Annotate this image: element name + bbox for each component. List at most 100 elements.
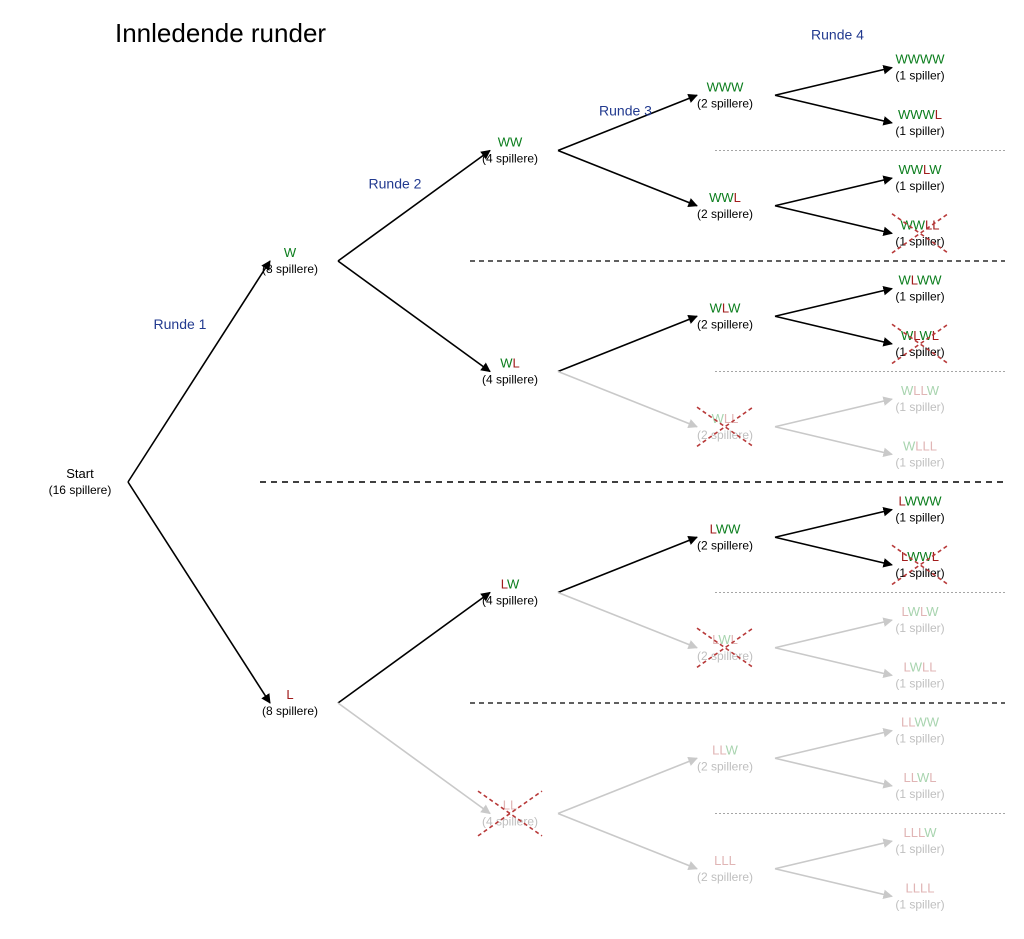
node-sub-L: (8 spillere) [262,704,318,718]
node-seq-WW: WW [498,135,523,150]
edge-LW-LWL [558,593,697,648]
node-WWW: WWW (2 spillere) [697,79,753,110]
node-LWLL: LWLL(1 spiller) [895,659,944,690]
edge-L-LL [338,703,490,814]
node-sub-LLLW: (1 spiller) [895,842,944,856]
node-LLL: LLL (2 spillere) [697,853,753,884]
node-sub-WLWW: (1 spiller) [895,290,944,304]
node-start: Start(16 spillere) [49,466,112,497]
node-LLWL: LLWL(1 spiller) [895,770,944,801]
node-sub-WWL: (2 spillere) [697,207,753,221]
node-seq-WWWW: WWWW [895,52,945,67]
node-seq-LLLL: LLLL [906,880,935,895]
edge-LLL-LLLL [775,869,892,897]
edge-LL-LLW [558,758,697,813]
node-seq-LLW: LLW [712,742,739,757]
edge-L-LW [338,593,490,704]
edge-START-W [128,261,270,482]
node-sub-WL: (4 spillere) [482,373,538,387]
round-label-4: Runde 4 [811,27,864,43]
edge-W-WL [338,261,490,372]
edge-LLW-LLWW [775,731,892,759]
node-seq-WLL: WLL [712,411,739,426]
node-WLL: WLL(2 spillere) [697,407,753,446]
edge-WL-WLW [558,316,697,371]
node-seq-LLL: LLL [714,853,736,868]
node-seq-LLWW: LLWW [901,715,940,730]
edge-WWL-WWLL [775,206,892,234]
diagram-title: Innledende runder [115,18,326,48]
node-LWWL: LWWL(1 spiller) [892,545,948,584]
edge-WW-WWL [558,151,697,206]
node-seq-WWWL: WWWL [898,107,942,122]
node-seq-WWW: WWW [707,79,745,94]
node-LWW: LWW(2 spillere) [697,521,753,552]
node-LWWW: LWWW(1 spiller) [895,494,944,525]
node-sub-WLLW: (1 spiller) [895,400,944,414]
node-sub-LWLL: (1 spiller) [895,676,944,690]
edge-WLL-WLLW [775,399,892,427]
node-sub-WWWL: (1 spiller) [895,124,944,138]
start-label: Start [66,466,94,481]
node-WWLL: WWLL(1 spiller) [892,214,948,253]
node-sub-LWW: (2 spillere) [697,538,753,552]
node-seq-W: W [284,245,297,260]
node-seq-LLLW: LLLW [903,825,937,840]
node-sub-LW: (4 spillere) [482,594,538,608]
node-sub-LLWL: (1 spiller) [895,787,944,801]
node-WLW: WLW(2 spillere) [697,300,753,331]
node-WLWL: WLWL(1 spiller) [892,324,948,363]
node-sub-LLL: (2 spillere) [697,870,753,884]
node-sub-WWWW: (1 spiller) [895,69,944,83]
node-sub-LWWL: (1 spiller) [895,566,944,580]
edge-WLW-WLWL [775,316,892,344]
node-seq-WLLL: WLLL [903,438,937,453]
node-LWLW: LWLW (1 spiller) [895,604,944,635]
node-seq-WWL: WWL [709,190,741,205]
node-sub-LLLL: (1 spiller) [895,897,944,911]
node-sub-LLW: (2 spillere) [697,759,753,773]
node-LLW: LLW (2 spillere) [697,742,753,773]
node-sub-LWWW: (1 spiller) [895,511,944,525]
node-WWWL: WWWL (1 spiller) [895,107,944,138]
node-sub-W: (8 spillere) [262,262,318,276]
edge-START-L [128,482,270,703]
node-WLLL: WLLL(1 spiller) [895,438,944,469]
node-seq-WWLW: WWLW [898,162,942,177]
node-WWWW: WWWW (1 spiller) [895,52,945,83]
edge-WL-WLL [558,372,697,427]
node-sub-LLWW: (1 spiller) [895,732,944,746]
node-seq-WLWW: WLWW [898,273,942,288]
node-WWL: WWL (2 spillere) [697,190,753,221]
edge-WLW-WLWW [775,289,892,317]
node-LLWW: LLWW (1 spiller) [895,715,944,746]
edge-WWW-WWWW [775,68,892,96]
round-label-2: Runde 2 [369,176,422,192]
node-seq-LW: LW [501,577,520,592]
node-sub-WLW: (2 spillere) [697,317,753,331]
node-seq-WL: WL [500,356,520,371]
node-seq-L: L [286,687,293,702]
node-LLLW: LLLW (1 spiller) [895,825,944,856]
node-sub-LWLW: (1 spiller) [895,621,944,635]
edge-WWW-WWWL [775,95,892,123]
round-label-1: Runde 1 [154,316,207,332]
edge-LWW-LWWW [775,510,892,538]
node-sub-WWW: (2 spillere) [697,96,753,110]
node-LW: LW (4 spillere) [482,577,538,608]
edge-LW-LWW [558,537,697,592]
node-WLWW: WLWW (1 spiller) [895,273,944,304]
node-LLLL: LLLL (1 spiller) [895,880,944,911]
node-WWLW: WWLW(1 spiller) [895,162,944,193]
node-WLLW: WLLW (1 spiller) [895,383,944,414]
node-WW: WW(4 spillere) [482,135,538,166]
node-seq-LWL: LWL [712,632,738,647]
edge-LWW-LWWL [775,537,892,565]
node-seq-LWLW: LWLW [901,604,939,619]
edge-LWL-LWLW [775,620,892,648]
node-sub-WLWL: (1 spiller) [895,345,944,359]
edge-LLL-LLLW [775,841,892,869]
node-seq-WWLL: WWLL [900,217,939,232]
edge-LWL-LWLL [775,648,892,676]
node-seq-WLLW: WLLW [901,383,940,398]
